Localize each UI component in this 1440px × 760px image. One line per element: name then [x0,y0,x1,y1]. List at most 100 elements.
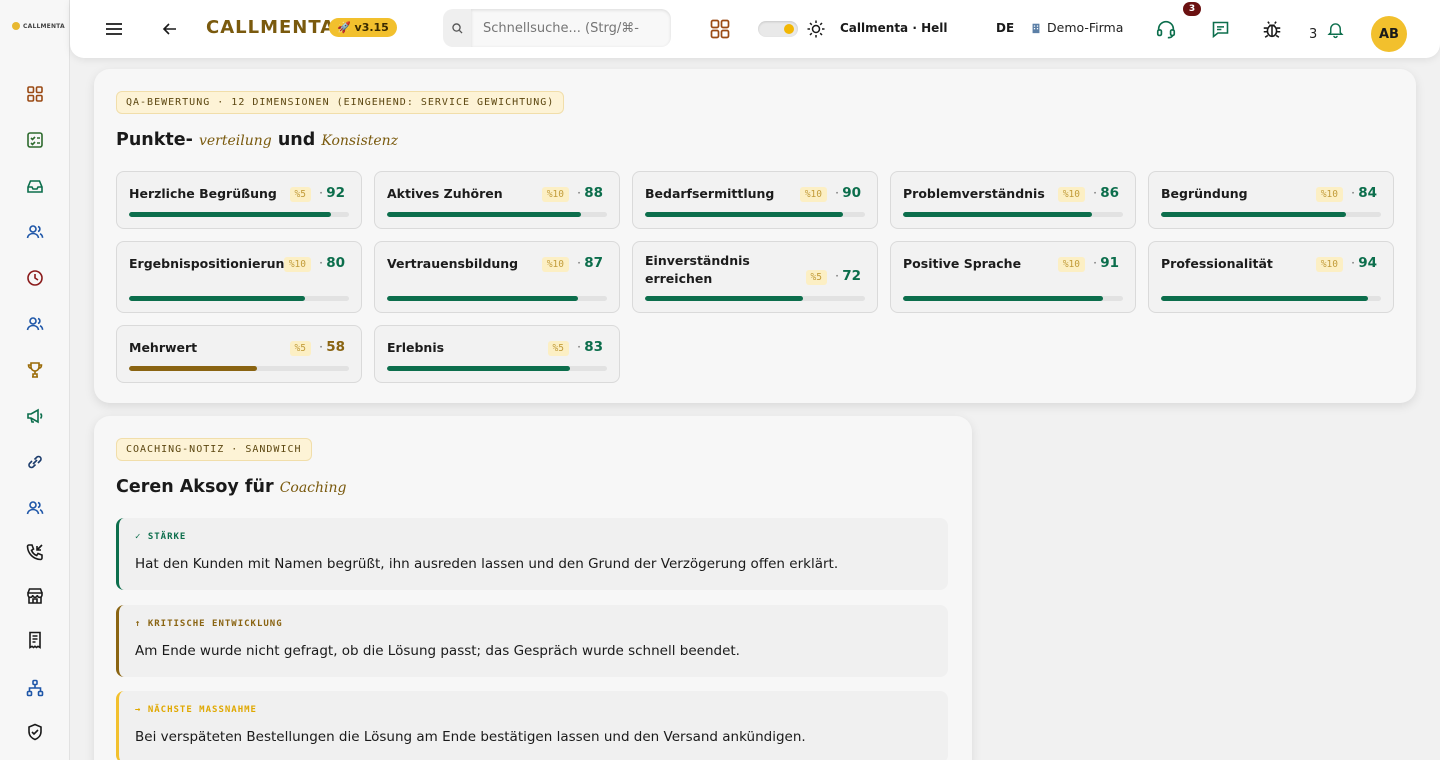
theme-toggle[interactable] [758,21,798,37]
coaching-title-accent: Coaching [279,480,347,496]
sidebar-item-history[interactable] [23,266,47,290]
note-strength-text: Hat den Kunden mit Namen begrüßt, ihn au… [135,556,839,572]
qa-dimension-bar-fill [1161,296,1368,301]
qa-dimension-bar-track [129,366,349,371]
sidebar-item-dashboard[interactable] [23,82,47,106]
sidebar-item-integrations[interactable] [23,450,47,474]
search-icon [451,22,463,34]
qa-dimension-score: 72 [842,268,861,284]
qa-dimension-bar-track [129,296,349,301]
qa-dimension-bar-fill [645,212,843,217]
qa-dimension-name: Bedarfsermittlung [645,186,775,201]
sidebar-item-organization[interactable] [23,676,47,700]
bug-report-button[interactable] [1260,17,1284,41]
qa-dimension-score: 92 [326,185,345,201]
sidebar-item-reports[interactable] [23,628,47,652]
sidebar-item-checklist[interactable] [23,128,47,152]
qa-dimension-separator: · [1093,256,1097,270]
hamburger-icon [106,23,122,35]
menu-toggle-button[interactable] [104,19,124,39]
notification-count: 3 [1309,27,1318,42]
brand-title[interactable]: CALLMENTA [206,17,335,38]
bug-icon [1263,21,1281,38]
qa-dimension-bar-fill [387,212,581,217]
qa-dimension-bar-track [387,212,607,217]
qa-dimension-tile[interactable]: Vertrauensbildung %10 · 87 [374,241,620,313]
sidebar-item-team[interactable] [23,312,47,336]
qa-dimension-weight: %10 [283,257,311,272]
qa-dimension-name: Mehrwert [129,340,198,355]
arrow-left-icon [162,23,176,35]
qa-dimension-tile[interactable]: Bedarfsermittlung %10 · 90 [632,171,878,229]
qa-dimension-name: Aktives Zuhören [387,186,503,201]
qa-title-accent1: verteilung [198,133,272,149]
search-button[interactable] [443,9,471,47]
phone-incoming-icon [26,544,43,561]
sidebar-item-campaigns[interactable] [23,404,47,428]
apps-button[interactable] [709,18,731,40]
qa-dimension-bar-track [129,212,349,217]
receipt-icon [29,631,41,649]
sidebar-item-security[interactable] [23,720,47,744]
qa-dimension-separator: · [835,269,839,283]
user-avatar[interactable]: AB [1371,16,1407,52]
note-critical-text: Am Ende wurde nicht gefragt, ob die Lösu… [135,643,740,659]
qa-dimension-weight: %10 [799,187,827,202]
megaphone-icon [27,408,43,424]
qa-dimension-tile[interactable]: Mehrwert %5 · 58 [116,325,362,383]
qa-dimension-tile[interactable]: Erlebnis %5 · 83 [374,325,620,383]
qa-dimension-tile[interactable]: Herzliche Begrüßung %5 · 92 [116,171,362,229]
qa-dimension-bar-fill [129,296,305,301]
note-strength: ✓ STÄRKE Hat den Kunden mit Namen begrüß… [116,518,948,590]
qa-dimension-separator: · [1351,186,1355,200]
sidebar-item-store[interactable] [23,584,47,608]
sidebar-item-users[interactable] [23,220,47,244]
qa-dimension-separator: · [319,256,323,270]
qa-dimension-name: Vertrauensbildung [387,256,519,271]
qa-dimension-separator: · [319,186,323,200]
qa-dimension-separator: · [1093,186,1097,200]
qa-dimension-weight: %10 [541,257,569,272]
notifications-button[interactable] [1323,17,1347,41]
qa-dimension-tile[interactable]: Ergebnispositionierung %10 · 80 [116,241,362,313]
qa-dimension-bar-fill [645,296,804,301]
qa-dimension-weight: %10 [541,187,569,202]
messages-button[interactable] [1208,17,1232,41]
sidebar-item-leaderboard[interactable] [23,358,47,382]
logo-mark-icon [12,22,20,30]
qa-dimension-separator: · [577,340,581,354]
qa-dimension-tile[interactable]: Aktives Zuhören %10 · 88 [374,171,620,229]
language-switcher[interactable]: DE [996,21,1014,35]
qa-dimension-tile[interactable]: Begründung %10 · 84 [1148,171,1394,229]
qa-dimension-separator: · [319,340,323,354]
qa-dimension-tile[interactable]: Einverständnis erreichen %5 · 72 [632,241,878,313]
qa-dimension-separator: · [1351,256,1355,270]
integration-icon [28,455,42,469]
qa-dimension-name: Begründung [1161,186,1248,201]
back-button[interactable] [160,19,180,39]
qa-dimension-name: Ergebnispositionierung [129,256,294,271]
qa-dimension-tile[interactable]: Professionalität %10 · 94 [1148,241,1394,313]
sidebar-logo[interactable]: CALLMENTA [12,22,65,30]
sidebar-item-people[interactable] [23,496,47,520]
qa-dimension-weight: %10 [1057,187,1085,202]
qa-dimension-bar-track [1161,212,1381,217]
company-selector[interactable]: Demo-Firma [1030,20,1123,35]
qa-dimension-score: 90 [842,185,861,201]
qa-dimension-tile[interactable]: Positive Sprache %10 · 91 [890,241,1136,313]
sidebar: CALLMENTA [0,0,70,760]
coaching-title-text: Ceren Aksoy für [116,477,274,497]
clock-icon [27,270,43,286]
qa-dimension-separator: · [577,256,581,270]
search-input[interactable] [471,9,671,47]
sidebar-item-calls[interactable] [23,540,47,564]
qa-dimension-score: 91 [1100,255,1119,271]
logo-text: CALLMENTA [23,22,65,30]
inbox-icon [27,180,43,193]
support-button[interactable] [1154,17,1178,41]
sidebar-item-inbox[interactable] [23,174,47,198]
qa-title-and: und [277,130,316,150]
qa-dimension-bar-fill [129,366,257,371]
theme-label: Callmenta · Hell [840,21,948,35]
qa-dimension-tile[interactable]: Problemverständnis %10 · 86 [890,171,1136,229]
